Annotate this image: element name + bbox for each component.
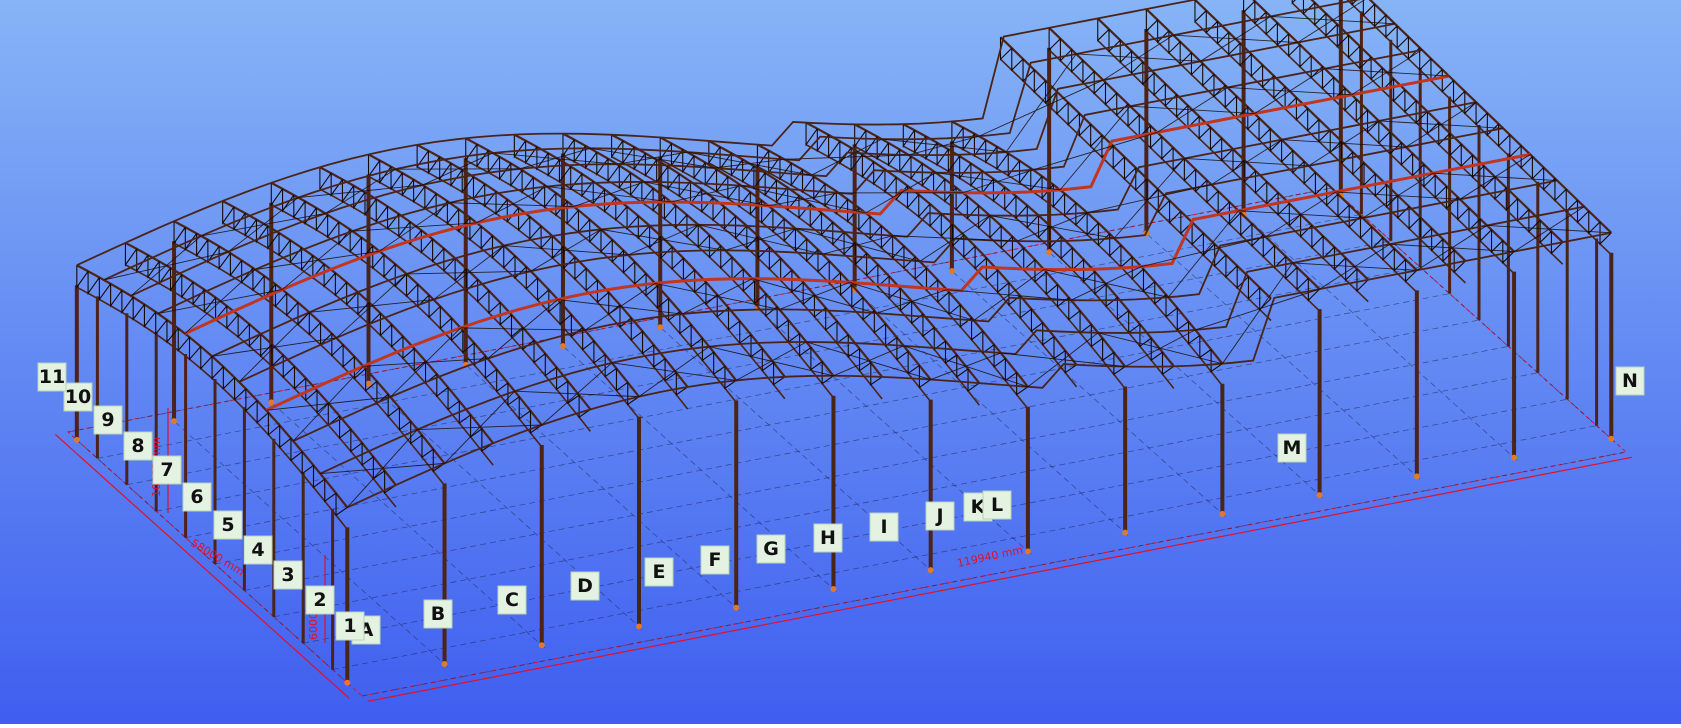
grid-label-i-text: I xyxy=(880,516,887,538)
grid-label-11-text: 11 xyxy=(39,366,65,388)
base-plate xyxy=(1122,529,1129,536)
grid-label-l: L xyxy=(982,490,1012,520)
grid-label-6: 6 xyxy=(182,482,212,512)
grid-label-10: 10 xyxy=(63,382,93,412)
viewport-background xyxy=(0,0,1681,724)
base-plate xyxy=(1413,473,1420,480)
grid-label-n: N xyxy=(1615,366,1645,396)
base-plate xyxy=(830,585,837,592)
base-plate xyxy=(268,399,275,406)
grid-label-l-text: L xyxy=(991,494,1003,516)
base-plate xyxy=(441,661,448,668)
grid-label-8: 8 xyxy=(123,431,153,461)
base-plate xyxy=(538,642,545,649)
grid-label-j-text: J xyxy=(934,505,943,527)
grid-label-c: C xyxy=(497,585,527,615)
grid-label-4-text: 4 xyxy=(251,539,264,561)
base-plate xyxy=(559,343,566,350)
grid-label-2: 2 xyxy=(305,585,335,615)
grid-label-8-text: 8 xyxy=(131,435,144,457)
grid-label-10-text: 10 xyxy=(65,386,91,408)
grid-label-6-text: 6 xyxy=(190,486,203,508)
grid-label-5: 5 xyxy=(213,510,243,540)
base-plate xyxy=(657,324,664,331)
grid-label-i: I xyxy=(869,512,899,542)
grid-label-h-text: H xyxy=(820,527,836,549)
base-plate xyxy=(365,380,372,387)
base-plate xyxy=(344,679,351,686)
grid-label-1: 1 xyxy=(335,611,365,641)
grid-label-5-text: 5 xyxy=(221,514,234,536)
grid-label-3: 3 xyxy=(273,560,303,590)
base-plate xyxy=(1024,548,1031,555)
grid-label-3-text: 3 xyxy=(281,564,294,586)
grid-label-1-text: 1 xyxy=(343,615,356,637)
grid-label-n-text: N xyxy=(1622,370,1638,392)
base-plate xyxy=(171,418,178,425)
grid-label-h: H xyxy=(813,523,843,553)
grid-label-7-text: 7 xyxy=(160,459,173,481)
grid-label-j: J xyxy=(925,501,955,531)
grid-label-7: 7 xyxy=(152,455,182,485)
grid-label-m-text: M xyxy=(1283,437,1302,459)
base-plate xyxy=(635,623,642,630)
base-plate xyxy=(1608,435,1615,442)
base-plate xyxy=(1219,510,1226,517)
grid-label-e-text: E xyxy=(653,561,666,583)
base-plate xyxy=(733,604,740,611)
base-plate xyxy=(927,567,934,574)
grid-label-d: D xyxy=(570,571,600,601)
grid-label-11: 11 xyxy=(37,362,67,392)
grid-label-c-text: C xyxy=(505,589,519,611)
grid-label-9-text: 9 xyxy=(101,409,114,431)
grid-label-f-text: F xyxy=(709,549,722,571)
base-plate xyxy=(948,267,955,274)
grid-label-g: G xyxy=(756,534,786,564)
grid-label-9: 9 xyxy=(93,405,123,435)
base-plate xyxy=(73,436,80,443)
grid-label-d-text: D xyxy=(577,575,593,597)
base-plate xyxy=(1511,454,1518,461)
grid-label-4: 4 xyxy=(243,535,273,565)
grid-label-f: F xyxy=(700,545,730,575)
base-plate xyxy=(1316,492,1323,499)
3d-model-viewport[interactable]: 119940 mm 58000 mm 10002 mm 6000 mm ABCD… xyxy=(0,0,1681,724)
grid-label-b: B xyxy=(423,599,453,629)
grid-label-e: E xyxy=(644,557,674,587)
grid-label-m: M xyxy=(1277,433,1307,463)
steel-structure-model: 119940 mm 58000 mm 10002 mm 6000 mm ABCD… xyxy=(0,0,1681,724)
grid-label-b-text: B xyxy=(431,603,445,625)
grid-label-g-text: G xyxy=(763,538,779,560)
grid-label-2-text: 2 xyxy=(313,589,326,611)
